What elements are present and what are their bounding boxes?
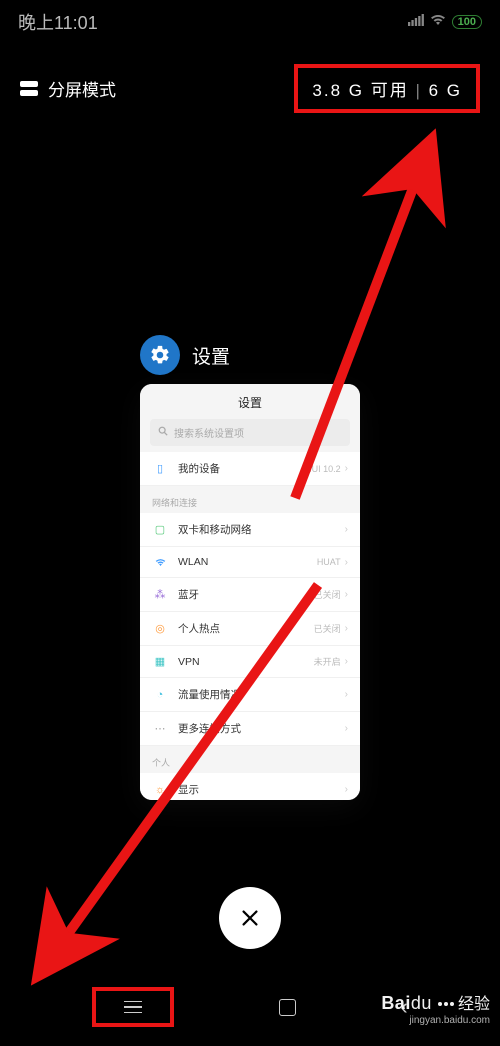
section-personal-header: 个人 <box>140 746 360 773</box>
wifi-icon <box>152 557 168 568</box>
card-list: ▯ 我的设备 MIUI 10.2 › <box>140 452 360 486</box>
chevron-right-icon: › <box>345 524 348 535</box>
hotspot-icon: ◎ <box>152 622 168 635</box>
row-display: ☼ 显示 › <box>140 773 360 800</box>
row-sim: ▢ 双卡和移动网络 › <box>140 513 360 547</box>
chevron-right-icon: › <box>345 689 348 700</box>
chevron-right-icon: › <box>345 623 348 634</box>
card-title: 设置 <box>140 384 360 419</box>
sim-icon: ▢ <box>152 523 168 536</box>
status-bar: 晚上11:01 100 <box>0 0 500 40</box>
chevron-right-icon: › <box>345 723 348 734</box>
phone-icon: ▯ <box>152 462 168 475</box>
chevron-right-icon: › <box>345 463 348 474</box>
clear-all-button[interactable] <box>219 887 281 949</box>
recent-app-header: 设置 <box>140 335 230 375</box>
vpn-icon: ▦ <box>152 655 168 668</box>
section-network-header: 网络和连接 <box>140 486 360 513</box>
chevron-right-icon: › <box>345 589 348 600</box>
search-icon <box>158 426 168 439</box>
home-icon <box>279 999 296 1016</box>
signal-icon <box>408 13 424 31</box>
split-screen-button[interactable]: 分屏模式 <box>20 76 116 101</box>
status-icons: 100 <box>408 13 482 31</box>
paw-icon <box>437 997 455 1011</box>
row-data-usage: ◔ 流量使用情况 › <box>140 678 360 712</box>
battery-indicator: 100 <box>452 15 482 29</box>
more-icon: ⋯ <box>152 722 168 735</box>
row-my-device: ▯ 我的设备 MIUI 10.2 › <box>140 452 360 486</box>
recents-nav-button[interactable] <box>124 1001 142 1014</box>
card-search: 搜索系统设置项 <box>150 419 350 446</box>
split-screen-label: 分屏模式 <box>48 76 116 101</box>
memory-indicator: 3.8 G 可用 | 6 G <box>294 64 480 113</box>
watermark-url: jingyan.baidu.com <box>381 1015 490 1028</box>
recents-header: 分屏模式 3.8 G 可用 | 6 G <box>0 40 500 125</box>
display-icon: ☼ <box>152 784 168 796</box>
chevron-right-icon: › <box>345 557 348 568</box>
annotation-menu-highlight <box>92 987 174 1028</box>
bluetooth-icon: ⁂ <box>152 588 168 601</box>
menu-icon <box>124 1001 142 1014</box>
watermark: Baidu 经验 jingyan.baidu.com <box>381 992 490 1028</box>
chevron-right-icon: › <box>345 784 348 795</box>
search-placeholder: 搜索系统设置项 <box>174 425 244 440</box>
home-nav-button[interactable] <box>279 999 296 1016</box>
chevron-right-icon: › <box>345 656 348 667</box>
row-wlan: WLAN HUAT › <box>140 547 360 578</box>
row-vpn: ▦ VPN 未开启 › <box>140 646 360 678</box>
memory-total: 6 G <box>429 81 462 100</box>
memory-available: 3.8 G 可用 <box>312 81 408 100</box>
wifi-icon <box>430 13 446 31</box>
row-hotspot: ◎ 个人热点 已关闭 › <box>140 612 360 646</box>
row-more-connections: ⋯ 更多连接方式 › <box>140 712 360 746</box>
settings-app-icon <box>140 335 180 375</box>
recent-app-label: 设置 <box>192 342 230 369</box>
row-bluetooth: ⁂ 蓝牙 已关闭 › <box>140 578 360 612</box>
split-screen-icon <box>20 81 38 96</box>
data-usage-icon: ◔ <box>152 689 168 701</box>
status-time: 晚上11:01 <box>18 9 98 35</box>
close-icon <box>239 907 261 929</box>
recent-app-card[interactable]: 设置 搜索系统设置项 ▯ 我的设备 MIUI 10.2 › 网络和连接 ▢ 双卡… <box>140 384 360 800</box>
